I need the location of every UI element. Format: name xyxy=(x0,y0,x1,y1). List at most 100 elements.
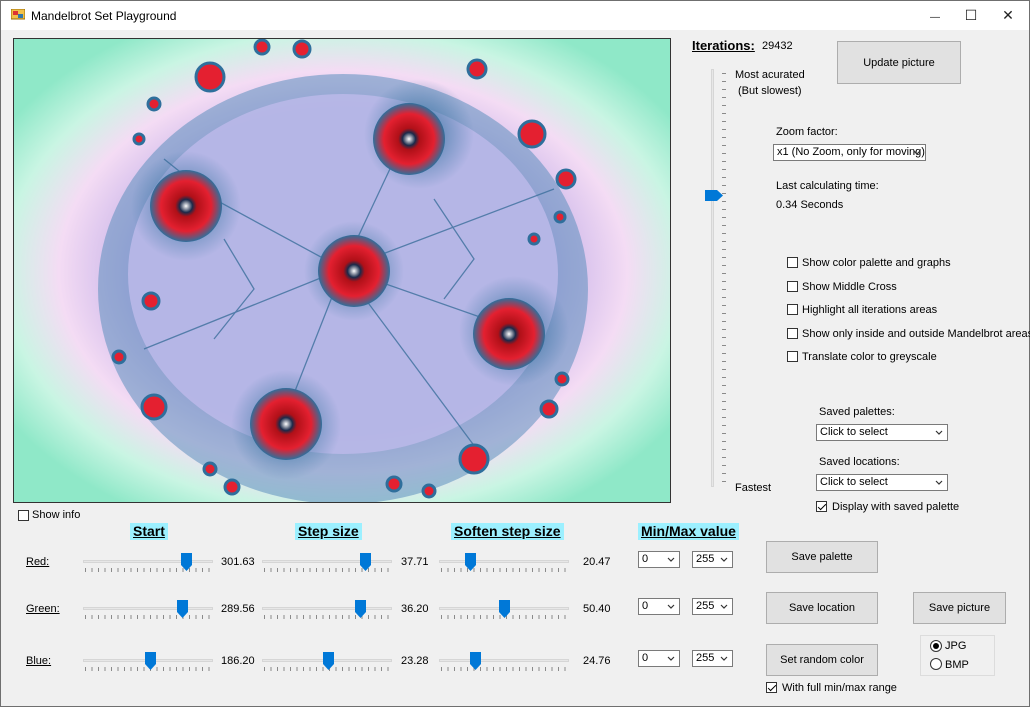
start-value-red: 301.63 xyxy=(221,556,255,568)
start-slider-green[interactable] xyxy=(83,607,213,610)
maximize-button[interactable]: ☐ xyxy=(951,1,991,30)
max-value-green: 255 xyxy=(696,600,715,612)
start-slider-thumb-green[interactable] xyxy=(177,600,188,618)
show-info-label: Show info xyxy=(32,509,81,521)
soften-slider-ticks-blue xyxy=(441,667,567,671)
iterations-slider-thumb[interactable] xyxy=(705,190,723,201)
full-range-label: With full min/max range xyxy=(782,682,897,694)
zoom-factor-value: x1 (No Zoom, only for moving) xyxy=(777,146,925,158)
app-icon xyxy=(11,9,25,20)
iterations-value: 29432 xyxy=(762,40,793,52)
window-title: Mandelbrot Set Playground xyxy=(31,9,177,23)
min-select-red[interactable]: 0 xyxy=(638,551,680,568)
soften-slider-thumb-green[interactable] xyxy=(498,600,510,618)
step-slider-ticks-red xyxy=(264,568,390,572)
start-slider-thumb-red[interactable] xyxy=(180,553,192,571)
iterations-top-label: Most acurated xyxy=(735,69,805,81)
save-palette-button[interactable]: Save palette xyxy=(766,541,878,573)
bmp-label: BMP xyxy=(945,659,969,671)
min-value-green: 0 xyxy=(642,600,649,612)
start-value-blue: 186.20 xyxy=(221,655,255,667)
header-min-max-value: Min/Max value xyxy=(638,523,739,540)
soften-value-blue: 24.76 xyxy=(583,655,611,667)
start-slider-ticks-green xyxy=(85,615,211,619)
display-saved-palette-checkbox[interactable] xyxy=(816,501,827,512)
option-label-palette: Show color palette and graphs xyxy=(802,257,951,269)
soften-slider-blue[interactable] xyxy=(439,659,569,662)
min-value-red: 0 xyxy=(642,553,649,565)
iterations-bottom-label: Fastest xyxy=(735,482,772,494)
chevron-down-icon xyxy=(667,604,675,609)
zoom-factor-select[interactable]: x1 (No Zoom, only for moving) xyxy=(773,144,926,161)
bmp-radio[interactable] xyxy=(930,658,942,670)
save-picture-button[interactable]: Save picture xyxy=(913,592,1006,624)
header-soften-step-size: Soften step size xyxy=(451,523,564,540)
chevron-down-icon xyxy=(720,557,728,562)
full-range-checkbox[interactable] xyxy=(766,682,777,693)
iterations-slider-track[interactable] xyxy=(711,69,714,487)
max-value-blue: 255 xyxy=(696,652,715,664)
minimize-button[interactable]: — xyxy=(915,1,955,30)
soften-slider-red[interactable] xyxy=(439,560,569,563)
chevron-down-icon xyxy=(913,150,921,155)
option-label-greyscale: Translate color to greyscale xyxy=(802,351,937,363)
iterations-slider-ticks xyxy=(722,73,726,483)
step-slider-thumb-red[interactable] xyxy=(359,553,371,571)
start-slider-red[interactable] xyxy=(83,560,213,563)
iterations-top-sublabel: (But slowest) xyxy=(738,85,802,97)
save-location-button[interactable]: Save location xyxy=(766,592,878,624)
max-select-blue[interactable]: 255 xyxy=(692,650,733,667)
option-label-highlight: Highlight all iterations areas xyxy=(802,304,938,316)
option-checkbox-greyscale[interactable] xyxy=(787,351,798,362)
channel-label-blue: Blue: xyxy=(26,655,52,667)
soften-slider-ticks-red xyxy=(441,568,567,572)
chevron-down-icon xyxy=(667,656,675,661)
close-button[interactable]: ✕ xyxy=(988,1,1028,30)
chevron-down-icon xyxy=(720,604,728,609)
saved-locations-select[interactable]: Click to select xyxy=(816,474,948,491)
min-select-green[interactable]: 0 xyxy=(638,598,680,615)
channel-label-red: Red: xyxy=(26,556,50,568)
step-slider-ticks-green xyxy=(264,615,390,619)
soften-value-red: 20.47 xyxy=(583,556,611,568)
set-random-color-button[interactable]: Set random color xyxy=(766,644,878,676)
iterations-label: Iterations: xyxy=(692,38,755,53)
saved-locations-label: Saved locations: xyxy=(819,456,900,468)
option-checkbox-palette[interactable] xyxy=(787,257,798,268)
step-value-blue: 23.28 xyxy=(401,655,429,667)
max-value-red: 255 xyxy=(696,553,715,565)
calc-time-value: 0.34 Seconds xyxy=(776,199,844,211)
option-checkbox-inside-outside[interactable] xyxy=(787,328,798,339)
calc-time-label: Last calculating time: xyxy=(776,180,879,192)
header-step-size: Step size xyxy=(295,523,362,540)
option-checkbox-highlight[interactable] xyxy=(787,304,798,315)
soften-value-green: 50.40 xyxy=(583,603,611,615)
saved-locations-value: Click to select xyxy=(820,476,888,488)
channel-label-green: Green: xyxy=(26,603,60,615)
step-slider-thumb-green[interactable] xyxy=(354,600,366,618)
fractal-picture[interactable] xyxy=(13,38,671,503)
saved-palettes-select[interactable]: Click to select xyxy=(816,424,948,441)
step-slider-green[interactable] xyxy=(262,607,392,610)
step-value-green: 36.20 xyxy=(401,603,429,615)
min-value-blue: 0 xyxy=(642,652,649,664)
option-checkbox-middle-cross[interactable] xyxy=(787,281,798,292)
soften-slider-thumb-red[interactable] xyxy=(465,553,477,571)
option-label-inside-outside: Show only inside and outside Mandelbrot … xyxy=(802,328,1030,340)
main-window: Mandelbrot Set Playground — ☐ ✕ Show inf… xyxy=(0,0,1030,707)
min-select-blue[interactable]: 0 xyxy=(638,650,680,667)
update-picture-button[interactable]: Update picture xyxy=(837,41,961,84)
chevron-down-icon xyxy=(935,430,943,435)
soften-slider-thumb-blue[interactable] xyxy=(469,652,481,670)
start-slider-thumb-blue[interactable] xyxy=(144,652,156,670)
minimize-icon: — xyxy=(930,12,940,23)
display-saved-palette-label: Display with saved palette xyxy=(832,501,960,513)
jpg-radio[interactable] xyxy=(930,640,942,652)
step-slider-thumb-blue[interactable] xyxy=(322,652,334,670)
zoom-factor-label: Zoom factor: xyxy=(776,126,838,138)
max-select-red[interactable]: 255 xyxy=(692,551,733,568)
max-select-green[interactable]: 255 xyxy=(692,598,733,615)
chevron-down-icon xyxy=(935,480,943,485)
step-slider-red[interactable] xyxy=(262,560,392,563)
show-info-checkbox[interactable] xyxy=(18,510,29,521)
